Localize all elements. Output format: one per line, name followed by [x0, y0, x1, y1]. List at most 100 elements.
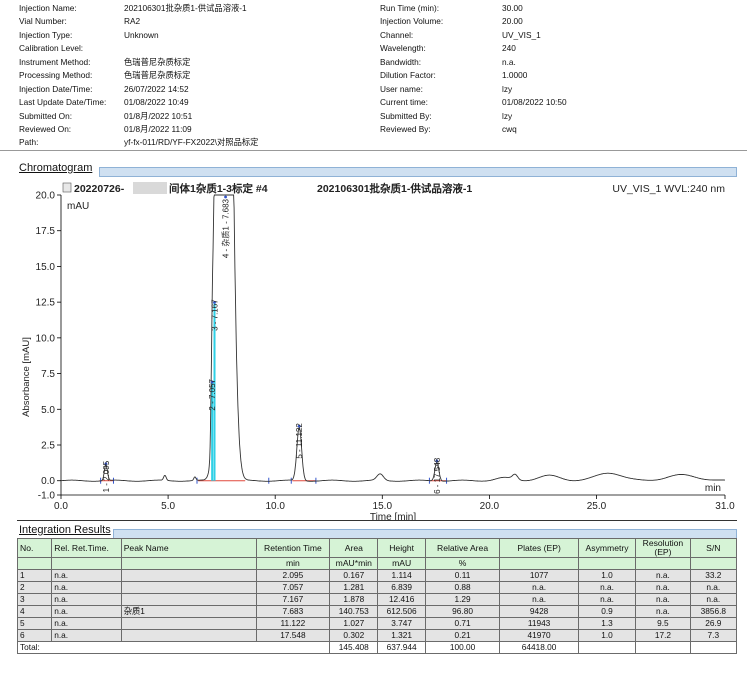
info-value: 01/08/2022 10:49 — [124, 97, 189, 108]
cell-area: 1.878 — [330, 594, 378, 606]
section-bar-fill — [99, 167, 737, 177]
info-value: 01/8月/2022 10:51 — [124, 111, 192, 122]
cell-relative-area: 0.71 — [425, 618, 500, 630]
info-value: 1.0000 — [502, 70, 527, 81]
plot-title-method: 间体1杂质1-3标定 #4 — [169, 182, 268, 195]
chromatogram-chart: 20220726- 间体1杂质1-3标定 #4 202106301批杂质1-供试… — [17, 177, 737, 520]
total-relative-area: 100.00 — [425, 642, 500, 654]
cell-rel-ret: n.a. — [52, 630, 121, 642]
x-tick-label: 20.0 — [480, 501, 500, 512]
cell-plates: n.a. — [500, 594, 579, 606]
col-header-area: Area — [330, 539, 378, 558]
cell-rel-ret: n.a. — [52, 606, 121, 618]
total-empty — [578, 642, 635, 654]
cell-rel-ret: n.a. — [52, 582, 121, 594]
x-tick-label: 25.0 — [587, 501, 607, 512]
y-tick-label: 10.0 — [36, 333, 56, 344]
peak-label: 1 - 2.095 — [102, 460, 111, 492]
cell-relative-area: 96.80 — [425, 606, 500, 618]
chromatogram-section-title: Chromatogram — [19, 162, 92, 174]
info-value: RA2 — [124, 16, 140, 27]
total-plates: 64418.00 — [500, 642, 579, 654]
cell-resolution: 9.5 — [636, 618, 690, 630]
unit-cell: mAU*min — [330, 558, 378, 570]
cell-retention-time: 2.095 — [256, 570, 330, 582]
cell-sn: 7.3 — [690, 630, 736, 642]
cell-no: 2 — [18, 582, 52, 594]
cell-peak-name — [121, 630, 256, 642]
info-value: 色瑞普尼杂质标定 — [124, 57, 190, 68]
info-value: 01/08/2022 10:50 — [502, 97, 567, 108]
cell-rel-ret: n.a. — [52, 570, 121, 582]
cell-resolution: n.a. — [636, 570, 690, 582]
cell-resolution: 17.2 — [636, 630, 690, 642]
y-unit-label: mAU — [67, 201, 89, 212]
sample-icon — [63, 183, 71, 192]
cell-area: 0.302 — [330, 630, 378, 642]
col-header-rel-ret: Rel. Ret.Time. — [52, 539, 121, 558]
cell-resolution: n.a. — [636, 594, 690, 606]
y-tick-label: 17.5 — [36, 226, 56, 237]
chromatogram-panel: 20220726- 间体1杂质1-3标定 #4 202106301批杂质1-供试… — [17, 177, 737, 521]
peak-label: 2 - 7.057 — [208, 378, 217, 410]
x-unit-label: min — [705, 483, 721, 494]
info-label: Injection Name: — [19, 3, 77, 14]
cell-height: 612.506 — [378, 606, 425, 618]
info-value: lzy — [502, 111, 512, 122]
info-label: Injection Date/Time: — [19, 84, 92, 95]
cell-area: 1.027 — [330, 618, 378, 630]
col-header-peak-name: Peak Name — [121, 539, 256, 558]
col-header-sn: S/N — [690, 539, 736, 558]
cell-relative-area: 1.29 — [425, 594, 500, 606]
cell-rel-ret: n.a. — [52, 618, 121, 630]
cell-plates: 41970 — [500, 630, 579, 642]
col-header-asymmetry: Asymmetry — [578, 539, 635, 558]
info-value: lzy — [502, 84, 512, 95]
peak-label: 4 - 杂质1 - 7.683 — [221, 198, 231, 258]
cell-asymmetry: 1.0 — [578, 570, 635, 582]
unit-cell — [690, 558, 736, 570]
cell-area: 140.753 — [330, 606, 378, 618]
cell-height: 12.416 — [378, 594, 425, 606]
info-label: User name: — [380, 84, 423, 95]
cell-sn: 3856.8 — [690, 606, 736, 618]
info-value: 色瑞普尼杂质标定 — [124, 70, 190, 81]
cell-relative-area: 0.88 — [425, 582, 500, 594]
cell-retention-time: 11.122 — [256, 618, 330, 630]
cell-peak-name — [121, 582, 256, 594]
integration-results-table: No. Rel. Ret.Time. Peak Name Retention T… — [17, 538, 737, 654]
total-height: 637.944 — [378, 642, 425, 654]
cell-no: 4 — [18, 606, 52, 618]
peak-label: 5 - 11.122 — [295, 423, 304, 459]
cell-no: 5 — [18, 618, 52, 630]
unit-cell — [52, 558, 121, 570]
info-label: Path: — [19, 137, 38, 148]
y-tick-label: 2.5 — [41, 441, 55, 452]
cell-height: 3.747 — [378, 618, 425, 630]
col-header-plates: Plates (EP) — [500, 539, 579, 558]
info-label: Bandwidth: — [380, 57, 421, 68]
cell-plates: 9428 — [500, 606, 579, 618]
col-header-relative-area: Relative Area — [425, 539, 500, 558]
y-tick-label: 12.5 — [36, 298, 56, 309]
cell-asymmetry: n.a. — [578, 582, 635, 594]
table-row: 3n.a.7.1671.87812.4161.29n.a.n.a.n.a.n.a… — [18, 594, 737, 606]
info-label: Injection Type: — [19, 30, 72, 41]
info-label: Last Update Date/Time: — [19, 97, 106, 108]
info-label: Wavelength: — [380, 43, 426, 54]
y-tick-label: 0.0 — [41, 476, 55, 487]
unit-cell — [500, 558, 579, 570]
cell-sn: n.a. — [690, 582, 736, 594]
peak-apex-dot — [224, 196, 227, 199]
info-value: n.a. — [502, 57, 516, 68]
table-row: 4n.a.杂质17.683140.753612.50696.8094280.9n… — [18, 606, 737, 618]
cell-peak-name — [121, 618, 256, 630]
info-label: Dilution Factor: — [380, 70, 436, 81]
peak-label: 6 - 17.548 — [433, 457, 442, 494]
y-tick-label: 5.0 — [41, 405, 55, 416]
y-tick-label: 7.5 — [41, 369, 55, 380]
info-label: Submitted By: — [380, 111, 432, 122]
cell-resolution: n.a. — [636, 582, 690, 594]
info-value: 240 — [502, 43, 516, 54]
unit-cell — [18, 558, 52, 570]
